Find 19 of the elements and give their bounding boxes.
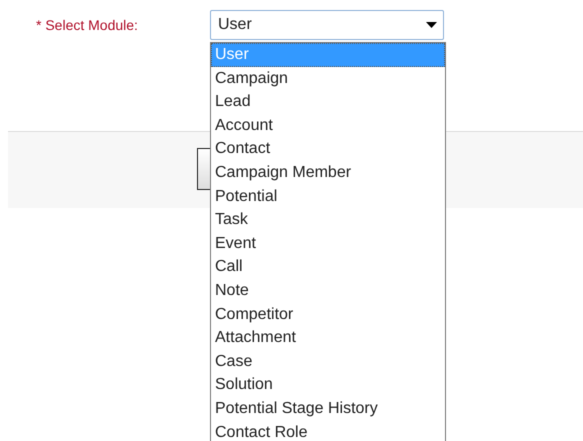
dropdown-option[interactable]: Event <box>214 232 445 256</box>
dropdown-option[interactable]: Campaign Member <box>214 160 445 185</box>
dropdown-option[interactable]: Call <box>214 255 445 279</box>
caret-icon <box>426 22 437 28</box>
dropdown-option[interactable]: Competitor <box>214 302 445 326</box>
module-select[interactable]: User <box>210 10 444 40</box>
dropdown-option[interactable]: Potential Stage History <box>214 396 445 420</box>
dropdown-option[interactable]: Contact <box>214 137 445 161</box>
dropdown-option[interactable]: Task <box>214 208 445 232</box>
dropdown-option[interactable]: Campaign <box>214 66 445 90</box>
dropdown-option[interactable]: Attachment <box>214 326 445 350</box>
dropdown-option[interactable]: Case <box>214 350 445 374</box>
dropdown-option[interactable]: Lead <box>214 90 445 114</box>
dropdown-option[interactable]: Note <box>214 278 445 303</box>
dropdown-option[interactable]: Contact Role <box>214 420 445 441</box>
field-label: * Select Module: <box>36 17 139 33</box>
dropdown-option[interactable]: Potential <box>214 184 445 208</box>
dropdown-option[interactable]: Solution <box>214 373 445 397</box>
dropdown-option[interactable]: Account <box>214 114 445 138</box>
